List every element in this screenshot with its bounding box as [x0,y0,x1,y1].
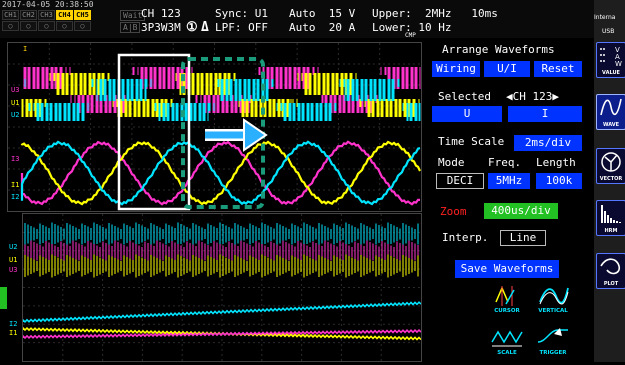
ab-indicator: A|B [120,22,141,33]
cursor-icon [495,286,515,306]
label-i3: I3 [11,155,19,163]
channel-indicator: CH2 [20,10,37,20]
trigger-tool-label: TRIGGER [539,350,567,356]
sidebar-item-value-label: VALUE [602,70,620,76]
u-button[interactable]: U [432,106,502,122]
channel-indicator-active: CH4 [56,10,73,20]
sidebar-item-vector[interactable]: VECTOR [596,148,625,184]
sidebar-item-wave-label: WAVE [602,122,620,128]
label-u1: U1 [11,99,19,107]
status-dot: ○ [56,21,73,31]
freq-select[interactable]: 5MHz [488,173,530,189]
label-u2: U2 [11,111,19,119]
sync-source: Sync: U1 [215,7,268,20]
status-header: 2017-04-05 20:38:50 CH1 CH2 CH3 CH4 CH5 … [0,0,600,39]
cursor-tool-label: CURSOR [494,308,520,314]
label-zoom-u2: U2 [9,243,18,251]
trigger-icon [537,328,568,343]
vector-icon [601,152,621,172]
scale-icon [491,330,523,347]
datetime: 2017-04-05 20:38:50 [2,0,94,9]
zoom-value[interactable]: 400us/div [484,203,558,219]
status-dot: ○ [2,21,19,31]
length-select[interactable]: 100k [536,173,582,189]
label-i2: I2 [11,193,19,201]
wave-icon [600,98,622,116]
cursor-marker[interactable]: I [23,45,27,53]
reset-button[interactable]: Reset [534,61,582,77]
timescale-label: Time Scale [438,135,505,148]
status-dot: ○ [74,21,91,31]
label-zoom-u1: U1 [9,256,18,264]
upper-waveform-area[interactable]: U3 U1 U2 I3 I1 I2 I [7,42,422,212]
plot-icon [600,258,621,275]
mode-label: Mode [438,156,465,169]
channel-indicator: CH1 [2,10,19,20]
interp-label: Interp. [442,231,489,244]
label-zoom-u3: U3 [9,266,18,274]
save-waveforms-button[interactable]: Save Waveforms [455,260,559,278]
marker-1: ① [186,20,198,35]
zoom-label: Zoom [440,205,467,218]
upper-waveform-plot: U3 U1 U2 I3 I1 I2 I [8,43,421,211]
waveform-settings-panel: Arrange Waveforms Wiring U/I Reset Selec… [428,38,586,362]
scale-tool-label: SCALE [497,350,517,356]
voltage-range: Auto 15 V [289,7,356,20]
label-i1: I1 [11,181,19,189]
label-zoom-i2: I2 [9,320,18,328]
timescale-value[interactable]: 2ms/div [514,135,582,151]
delta-icon: Δ [201,20,209,35]
zoom-waveform-plot [22,214,422,361]
trigger-tool-button[interactable]: TRIGGER [534,326,572,356]
internal-label: Interna [594,14,616,21]
sidebar-item-hrm-label: HRM [604,228,618,234]
vertical-tool-label: VERTICAL [538,308,568,314]
channel-indicator: CH3 [38,10,55,20]
channel-indicators: CH1 CH2 CH3 CH4 CH5 [2,10,91,20]
current-range: Auto 20 A [289,21,356,34]
selected-label: Selected [438,90,491,103]
hrm-icon [601,205,621,223]
i-button[interactable]: I [508,106,582,122]
wiring-button[interactable]: Wiring [432,61,480,77]
cmp-indicator: CMP [405,32,416,39]
freq-label: Freq. [488,156,522,169]
svg-text:W: W [615,60,622,68]
arrange-waveforms-title: Arrange Waveforms [442,43,555,56]
sidebar-item-plot[interactable]: PLOT [596,253,625,289]
current-trace [20,140,421,206]
label-u3: U3 [11,86,19,94]
channel-indicator-active: CH5 [74,10,91,20]
upper-frequency: Upper: 2MHz 10ms [372,7,498,20]
cursor-tool-button[interactable]: CURSOR [488,284,526,314]
sidebar-item-vector-label: VECTOR [599,176,623,182]
usb-label: USB [602,28,615,35]
wiring-mode: 3P3W3M [141,21,181,34]
zoom-position-marker [0,287,7,309]
sidebar-item-hrm[interactable]: HRM [596,200,625,236]
status-dot: ○ [20,21,37,31]
channel-status-row: ○ ○ ○ ○ ○ [2,21,91,31]
vertical-tool-button[interactable]: VERTICAL [534,284,572,314]
lpf-setting: LPF: OFF [215,21,268,34]
ui-button[interactable]: U/I [484,61,530,77]
mode-select[interactable]: DECI [436,173,484,189]
value-icon: VAW [600,46,622,68]
zoom-waveform-area[interactable] [22,213,422,362]
channel-name: CH 123 [141,7,181,20]
sidebar-item-plot-label: PLOT [603,281,619,287]
length-label: Length [536,156,576,169]
mode-sidebar: Interna USB VAW VALUE WAVE VECTOR HRM PL… [594,0,625,362]
label-zoom-i1: I1 [9,329,18,337]
sidebar-item-wave[interactable]: WAVE [596,94,625,130]
vertical-icon [539,287,569,305]
interp-select[interactable]: Line [500,230,546,246]
sidebar-item-value[interactable]: VAW VALUE [596,42,625,78]
selected-channel-selector[interactable]: ◀CH 123▶ [506,90,559,103]
scale-tool-button[interactable]: SCALE [488,326,526,356]
status-dot: ○ [38,21,55,31]
